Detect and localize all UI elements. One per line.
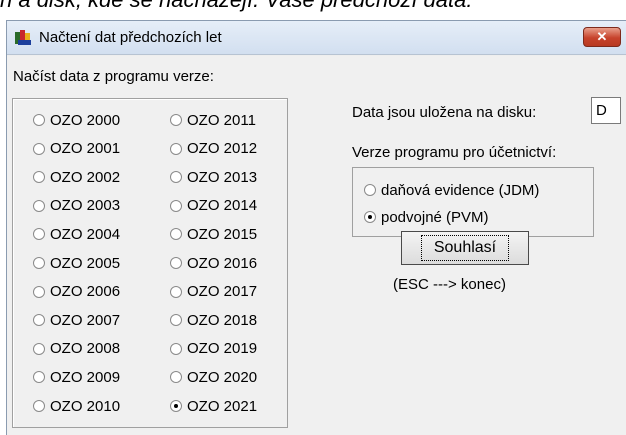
- radio-version-ozo-2012[interactable]: OZO 2012: [170, 139, 257, 159]
- radio-label: OZO 2013: [187, 168, 258, 186]
- confirm-button[interactable]: Souhlasí: [401, 231, 529, 265]
- radio-label: OZO 2005: [50, 254, 121, 272]
- radio-button[interactable]: [364, 184, 376, 196]
- radio-version-ozo-2008[interactable]: OZO 2008: [33, 339, 120, 359]
- radio-button[interactable]: [33, 171, 45, 184]
- radio-button[interactable]: [33, 342, 45, 355]
- radio-label: OZO 2009: [50, 368, 121, 386]
- radio-button[interactable]: [33, 142, 45, 155]
- radio-button[interactable]: [33, 257, 45, 269]
- radio-version-ozo-2006[interactable]: OZO 2006: [33, 282, 120, 302]
- dialog-window: Načtení dat předchozích let ✕ Načíst dat…: [6, 20, 626, 435]
- radio-label: OZO 2001: [50, 140, 121, 158]
- radio-version-ozo-2003[interactable]: OZO 2003: [33, 196, 120, 216]
- radio-button[interactable]: [170, 285, 182, 298]
- radio-label: OZO 2015: [187, 225, 258, 243]
- radio-button[interactable]: [33, 371, 45, 384]
- radio-label: OZO 2014: [187, 197, 258, 215]
- radio-button[interactable]: [170, 228, 182, 241]
- radio-button[interactable]: [170, 371, 182, 384]
- version-group-label: Načíst data z programu verze:: [13, 68, 214, 85]
- radio-version-ozo-2005[interactable]: OZO 2005: [33, 253, 120, 273]
- radio-version-ozo-2014[interactable]: OZO 2014: [170, 196, 257, 216]
- background-text: n a disk, kde se nacházejí. Vaše předcho…: [0, 0, 472, 13]
- radio-button[interactable]: [170, 400, 182, 412]
- radio-label: OZO 2011: [187, 111, 256, 129]
- radio-label: OZO 2003: [50, 197, 121, 215]
- radio-button[interactable]: [364, 211, 376, 223]
- radio-label: OZO 2004: [50, 225, 121, 243]
- radio-button[interactable]: [170, 142, 182, 155]
- radio-button[interactable]: [33, 314, 45, 327]
- accounting-label: Verze programu pro účetnictví:: [352, 144, 557, 161]
- radio-version-ozo-2000[interactable]: OZO 2000: [33, 110, 120, 130]
- radio-label: OZO 2000: [50, 111, 121, 129]
- close-button[interactable]: ✕: [583, 27, 621, 47]
- disk-label: Data jsou uložena na disku:: [352, 104, 537, 121]
- radio-version-ozo-2004[interactable]: OZO 2004: [33, 224, 120, 244]
- radio-double-entry[interactable]: podvojné (PVM): [364, 207, 489, 227]
- radio-version-ozo-2018[interactable]: OZO 2018: [170, 310, 257, 330]
- radio-button[interactable]: [170, 342, 182, 355]
- app-icon: [15, 30, 31, 45]
- radio-button[interactable]: [170, 314, 182, 327]
- radio-button[interactable]: [170, 257, 182, 269]
- radio-label: OZO 2021: [187, 397, 258, 415]
- radio-label: podvojné (PVM): [381, 208, 489, 226]
- radio-version-ozo-2019[interactable]: OZO 2019: [170, 339, 257, 359]
- radio-version-ozo-2002[interactable]: OZO 2002: [33, 167, 120, 187]
- radio-version-ozo-2013[interactable]: OZO 2013: [170, 167, 257, 187]
- radio-button[interactable]: [33, 114, 45, 126]
- esc-hint: (ESC ---> konec): [393, 276, 506, 293]
- radio-label: daňová evidence (JDM): [381, 181, 540, 199]
- radio-label: OZO 2002: [50, 168, 121, 186]
- radio-button[interactable]: [170, 114, 182, 126]
- radio-button[interactable]: [170, 199, 182, 212]
- radio-label: OZO 2020: [187, 368, 258, 386]
- radio-version-ozo-2021[interactable]: OZO 2021: [170, 396, 257, 416]
- radio-label: OZO 2006: [50, 283, 121, 301]
- radio-label: OZO 2010: [50, 397, 121, 415]
- radio-button[interactable]: [33, 400, 45, 412]
- disk-input[interactable]: [591, 97, 621, 124]
- radio-button[interactable]: [33, 199, 45, 212]
- radio-version-ozo-2007[interactable]: OZO 2007: [33, 310, 120, 330]
- radio-label: OZO 2008: [50, 340, 121, 358]
- radio-label: OZO 2017: [187, 283, 258, 301]
- radio-label: OZO 2016: [187, 254, 258, 272]
- radio-label: OZO 2019: [187, 340, 258, 358]
- radio-version-ozo-2015[interactable]: OZO 2015: [170, 224, 257, 244]
- radio-version-ozo-2020[interactable]: OZO 2020: [170, 367, 257, 387]
- radio-version-ozo-2009[interactable]: OZO 2009: [33, 367, 120, 387]
- radio-button[interactable]: [170, 171, 182, 184]
- radio-tax-records[interactable]: daňová evidence (JDM): [364, 180, 539, 200]
- radio-version-ozo-2010[interactable]: OZO 2010: [33, 396, 120, 416]
- dialog-content: Načíst data z programu verze: OZO 2000 OZ…: [7, 56, 626, 435]
- radio-version-ozo-2016[interactable]: OZO 2016: [170, 253, 257, 273]
- radio-label: OZO 2012: [187, 140, 258, 158]
- radio-version-ozo-2011[interactable]: OZO 2011: [170, 110, 256, 130]
- radio-version-ozo-2017[interactable]: OZO 2017: [170, 282, 257, 302]
- radio-button[interactable]: [33, 285, 45, 298]
- close-icon: ✕: [596, 29, 608, 44]
- radio-label: OZO 2018: [187, 311, 258, 329]
- confirm-button-label: Souhlasí: [420, 235, 510, 261]
- radio-button[interactable]: [33, 228, 45, 241]
- background-text-fragment: n a disk, kde se nacházejí. Vaše předcho…: [0, 0, 626, 20]
- title-bar[interactable]: Načtení dat předchozích let ✕: [7, 21, 626, 55]
- radio-version-ozo-2001[interactable]: OZO 2001: [33, 139, 120, 159]
- radio-label: OZO 2007: [50, 311, 121, 329]
- window-title: Načtení dat předchozích let: [39, 29, 222, 46]
